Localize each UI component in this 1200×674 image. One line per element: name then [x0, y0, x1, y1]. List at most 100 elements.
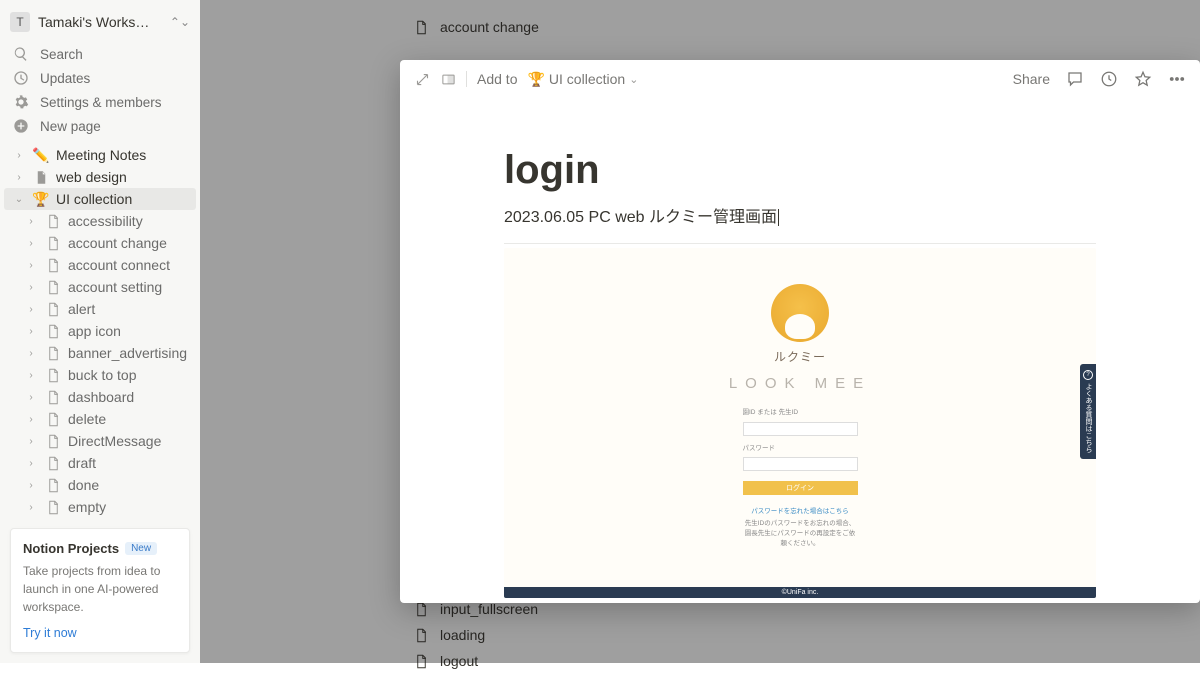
promo-text: Take projects from idea to launch in one… [23, 562, 177, 616]
tree-item-ui-collection[interactable]: ⌄ 🏆 UI collection [4, 188, 196, 210]
id-input[interactable] [743, 422, 858, 436]
tree-label: account connect [68, 257, 170, 273]
tree-label: account setting [68, 279, 162, 295]
tree-item-web-design[interactable]: › web design [4, 166, 196, 188]
tree-item[interactable]: › done [4, 474, 196, 496]
separator [466, 71, 467, 87]
chevron-right-icon[interactable]: › [22, 366, 40, 384]
workspace-avatar: T [10, 12, 30, 32]
faq-tab[interactable]: ?よくある質問はこちら [1080, 364, 1096, 459]
tree-label: banner_advertising [68, 345, 187, 361]
workspace-switcher[interactable]: T Tamaki's Works… ⌃⌄ [0, 8, 200, 42]
share-button[interactable]: Share [1013, 71, 1050, 87]
search-icon [12, 45, 30, 63]
expand-icon[interactable] [414, 71, 430, 87]
chevron-right-icon[interactable]: › [22, 256, 40, 274]
chevron-right-icon[interactable]: › [22, 454, 40, 472]
chevron-right-icon[interactable]: › [22, 322, 40, 340]
history-icon[interactable] [1100, 70, 1118, 88]
page-icon [44, 454, 62, 472]
page-subtitle[interactable]: 2023.06.05 PC web ルクミー管理画面 [504, 203, 1096, 237]
forgot-password-link[interactable]: パスワードを忘れた場合はこちら [743, 505, 858, 515]
tree-label: Meeting Notes [56, 147, 146, 163]
updates-button[interactable]: Updates [4, 66, 196, 90]
page-icon [44, 344, 62, 362]
promo-cta-link[interactable]: Try it now [23, 626, 177, 640]
chevron-down-icon[interactable]: ⌄ [10, 190, 28, 208]
question-icon: ? [1083, 370, 1093, 380]
page-icon [44, 322, 62, 340]
tree-label: accessibility [68, 213, 143, 229]
chevron-right-icon[interactable]: › [22, 388, 40, 406]
comment-icon[interactable] [1066, 70, 1084, 88]
tree-item[interactable]: › banner_advertising [4, 342, 196, 364]
tree-item[interactable]: › alert [4, 298, 196, 320]
chevron-right-icon[interactable]: › [22, 300, 40, 318]
help-note: 先生IDのパスワードをお忘れの場合、 園長先生にパスワードの再設定をご依 頼くだ… [743, 519, 858, 548]
add-to-label: Add to [477, 71, 517, 87]
page-icon [44, 366, 62, 384]
tree-item[interactable]: › accessibility [4, 210, 196, 232]
page-icon [44, 388, 62, 406]
tree-item[interactable]: › DirectMessage [4, 430, 196, 452]
chevron-right-icon[interactable]: › [10, 168, 28, 186]
tree-item[interactable]: › dashboard [4, 386, 196, 408]
breadcrumb-parent[interactable]: 🏆 UI collection ⌄ [527, 71, 638, 88]
tree-label: buck to top [68, 367, 137, 383]
search-button[interactable]: Search [4, 42, 196, 66]
password-input[interactable] [743, 457, 858, 471]
sidebar: T Tamaki's Works… ⌃⌄ Search Updates Sett… [0, 0, 200, 663]
settings-button[interactable]: Settings & members [4, 90, 196, 114]
tree-item[interactable]: › delete [4, 408, 196, 430]
page-icon [44, 256, 62, 274]
chevron-right-icon[interactable]: › [22, 344, 40, 362]
breadcrumb-parent-label: UI collection [549, 71, 625, 87]
tree-label: done [68, 477, 99, 493]
peek-mode-icon[interactable] [440, 71, 456, 87]
chevron-right-icon[interactable]: › [22, 498, 40, 516]
chevron-right-icon[interactable]: › [22, 278, 40, 296]
tree-item-meeting-notes[interactable]: › ✏️ Meeting Notes [4, 144, 196, 166]
chevron-right-icon[interactable]: › [22, 476, 40, 494]
tree-label: alert [68, 301, 95, 317]
modal-toolbar: Add to 🏆 UI collection ⌄ Share [400, 60, 1200, 98]
page-icon [32, 168, 50, 186]
new-badge: New [125, 542, 157, 555]
copyright: ©UniFa inc. [504, 587, 1096, 598]
tree-label: DirectMessage [68, 433, 161, 449]
tree-label: UI collection [56, 191, 132, 207]
chevron-down-icon: ⌄ [629, 73, 638, 86]
page-icon [44, 410, 62, 428]
star-icon[interactable] [1134, 70, 1152, 88]
new-page-button[interactable]: New page [4, 114, 196, 138]
chevron-right-icon[interactable]: › [10, 146, 28, 164]
settings-label: Settings & members [40, 95, 162, 110]
more-icon[interactable] [1168, 70, 1186, 88]
embedded-screenshot: ルクミー LOOK MEE 園ID または 先生ID パスワード ログイン パス… [504, 248, 1096, 598]
page-icon [44, 212, 62, 230]
tree-label: draft [68, 455, 96, 471]
tree-item[interactable]: › app icon [4, 320, 196, 342]
chevron-right-icon[interactable]: › [22, 432, 40, 450]
tree-item[interactable]: › account setting [4, 276, 196, 298]
chevron-right-icon[interactable]: › [22, 212, 40, 230]
login-button[interactable]: ログイン [743, 481, 858, 495]
tree-item[interactable]: ›account change [4, 232, 196, 254]
chevron-updown-icon: ⌃⌄ [170, 15, 190, 29]
brand-logo-icon [771, 284, 829, 342]
tree-label: delete [68, 411, 106, 427]
search-label: Search [40, 47, 83, 62]
chevron-right-icon[interactable]: › [22, 234, 40, 252]
tree-item[interactable]: › buck to top [4, 364, 196, 386]
chevron-right-icon[interactable]: › [22, 410, 40, 428]
trophy-icon: 🏆 [32, 191, 50, 208]
page-icon [44, 432, 62, 450]
tree-label: app icon [68, 323, 121, 339]
tree-item[interactable]: › draft [4, 452, 196, 474]
tree-item[interactable]: › account connect [4, 254, 196, 276]
tree-item[interactable]: › empty [4, 496, 196, 518]
page-title[interactable]: login [504, 148, 1096, 193]
page-icon [44, 278, 62, 296]
tree-label: dashboard [68, 389, 134, 405]
tree-label: empty [68, 499, 106, 515]
